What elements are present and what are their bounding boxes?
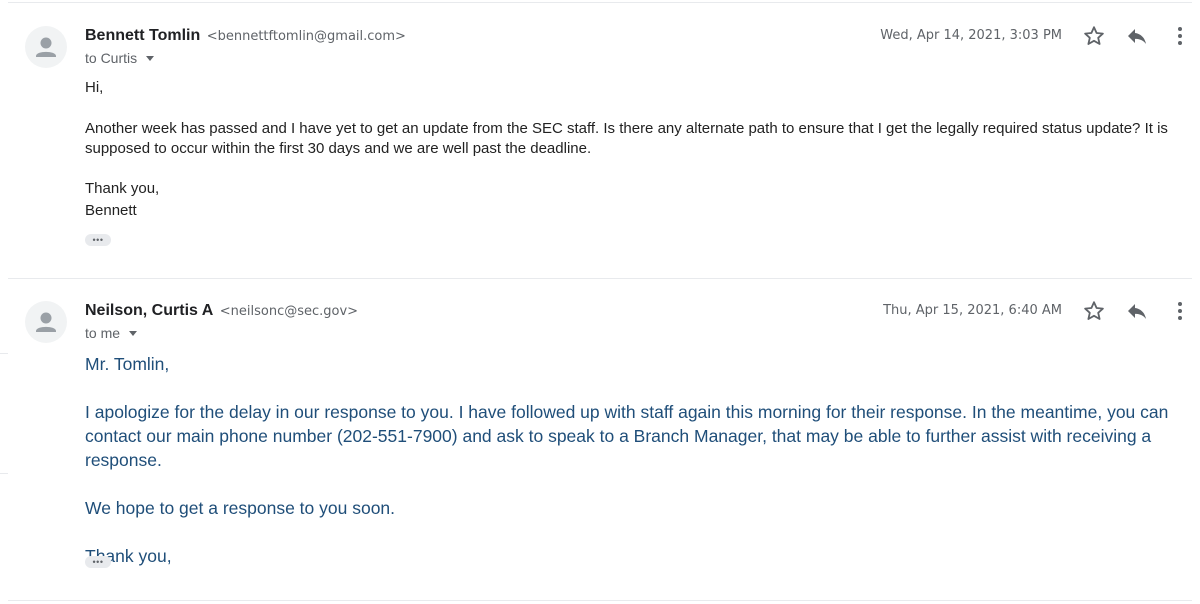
sender-name[interactable]: Neilson, Curtis A bbox=[85, 302, 213, 319]
reply-icon[interactable] bbox=[1125, 299, 1149, 323]
message-body: Mr. Tomlin, I apologize for the delay in… bbox=[85, 352, 1186, 568]
reply-icon[interactable] bbox=[1125, 24, 1149, 48]
greeting: Hi, bbox=[85, 79, 104, 96]
message-body: Hi, Another week has passed and I have y… bbox=[85, 78, 1186, 221]
email-message: Bennett Tomlin <bennettftomlin@gmail.com… bbox=[0, 0, 1200, 279]
more-vert-icon[interactable] bbox=[1168, 24, 1192, 48]
greeting: Mr. Tomlin, bbox=[85, 354, 170, 374]
sender-name[interactable]: Bennett Tomlin bbox=[85, 27, 200, 44]
sender-email: <neilsonc@sec.gov> bbox=[219, 304, 359, 319]
show-trimmed-content-button[interactable]: ••• bbox=[85, 234, 111, 246]
recipient-dropdown[interactable]: to me bbox=[85, 325, 138, 341]
sender-line: Neilson, Curtis A <neilsonc@sec.gov> bbox=[85, 302, 358, 320]
body-paragraph: Another week has passed and I have yet t… bbox=[85, 120, 1168, 157]
caret-down-icon bbox=[129, 330, 138, 336]
person-avatar-icon[interactable] bbox=[25, 26, 67, 68]
email-message: Neilson, Curtis A <neilsonc@sec.gov> to … bbox=[0, 279, 1200, 601]
closing: Thank you, bbox=[85, 546, 172, 566]
person-avatar-icon[interactable] bbox=[25, 301, 67, 343]
show-trimmed-content-button[interactable]: ••• bbox=[85, 556, 111, 568]
star-icon[interactable] bbox=[1082, 299, 1106, 323]
more-vert-icon[interactable] bbox=[1168, 299, 1192, 323]
star-icon[interactable] bbox=[1082, 24, 1106, 48]
caret-down-icon bbox=[146, 55, 155, 61]
body-paragraph: We hope to get a response to you soon. bbox=[85, 498, 396, 518]
sender-line: Bennett Tomlin <bennettftomlin@gmail.com… bbox=[85, 27, 406, 45]
email-thread: Bennett Tomlin <bennettftomlin@gmail.com… bbox=[0, 0, 1200, 604]
sender-email: <bennettftomlin@gmail.com> bbox=[206, 29, 406, 44]
recipient-dropdown[interactable]: to Curtis bbox=[85, 50, 155, 66]
body-paragraph: I apologize for the delay in our respons… bbox=[85, 402, 1169, 470]
recipient-label: to me bbox=[85, 325, 121, 341]
recipient-label: to Curtis bbox=[85, 50, 138, 66]
message-date: Thu, Apr 15, 2021, 6:40 AM bbox=[883, 303, 1062, 318]
signature: Bennett bbox=[85, 202, 137, 219]
message-date: Wed, Apr 14, 2021, 3:03 PM bbox=[880, 28, 1062, 43]
closing: Thank you, bbox=[85, 180, 160, 197]
